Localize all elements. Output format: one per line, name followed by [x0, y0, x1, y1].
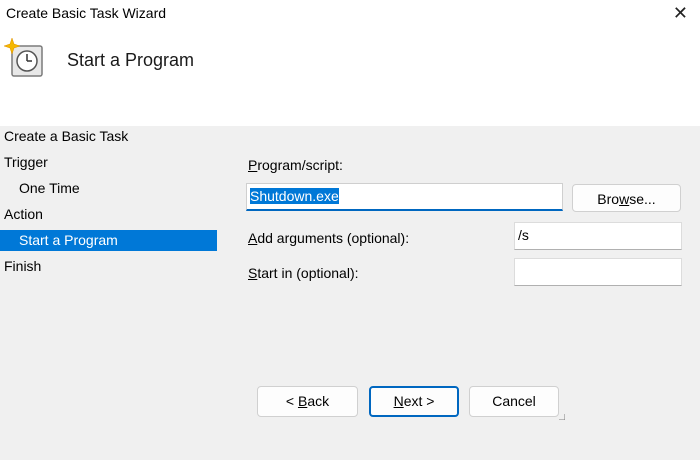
start-in-input[interactable]: [514, 258, 682, 286]
task-clock-icon: [4, 38, 43, 77]
add-arguments-input[interactable]: /s: [514, 222, 682, 250]
sidebar-item-label: Action: [4, 206, 43, 222]
next-button[interactable]: Next >: [369, 386, 459, 417]
sidebar-item-trigger[interactable]: Trigger: [0, 152, 217, 173]
label-text: rogram/script:: [257, 157, 343, 173]
sidebar-item-label: Trigger: [4, 154, 48, 170]
resize-grip-icon[interactable]: [559, 414, 565, 420]
sidebar-item-create-task[interactable]: Create a Basic Task: [0, 126, 217, 147]
title-bar: Create Basic Task Wizard ✕: [0, 0, 700, 28]
accesskey-p: P: [248, 157, 258, 173]
window-title: Create Basic Task Wizard: [6, 5, 167, 21]
btn-text: se...: [629, 191, 656, 207]
add-arguments-value: /s: [518, 227, 529, 243]
sidebar-item-action[interactable]: Action: [0, 204, 217, 225]
program-script-input[interactable]: Shutdown.exe: [246, 183, 563, 211]
accesskey-s: S: [248, 265, 258, 281]
accesskey-w: w: [619, 191, 630, 207]
sidebar-item-label: Create a Basic Task: [4, 128, 129, 144]
btn-text: Bro: [597, 191, 620, 207]
sidebar-item-start-program[interactable]: Start a Program: [0, 230, 217, 251]
btn-text: <: [285, 393, 298, 409]
wizard-header: Start a Program: [0, 28, 700, 126]
label-text: tart in (optional):: [257, 265, 359, 281]
btn-text: ack: [307, 393, 330, 409]
page-title: Start a Program: [67, 50, 195, 70]
accesskey-n: N: [393, 393, 404, 409]
program-script-label: Program/script:: [248, 157, 343, 173]
back-button[interactable]: < Back: [257, 386, 358, 417]
btn-text: Cancel: [492, 393, 536, 409]
sidebar-item-label: One Time: [19, 180, 80, 196]
label-text: dd arguments (optional):: [257, 230, 410, 246]
accesskey-b: B: [297, 393, 308, 409]
wizard-steps-sidebar: Create a Basic Task Trigger One Time Act…: [0, 126, 217, 460]
program-script-value: Shutdown.exe: [250, 188, 339, 204]
add-arguments-label: Add arguments (optional):: [248, 230, 409, 246]
sidebar-item-label: Finish: [4, 258, 42, 274]
sidebar-item-label: Start a Program: [19, 232, 118, 248]
sidebar-item-finish[interactable]: Finish: [0, 256, 217, 277]
sidebar-item-one-time[interactable]: One Time: [0, 178, 217, 199]
cancel-button[interactable]: Cancel: [469, 386, 559, 417]
accesskey-a: A: [248, 230, 258, 246]
browse-button[interactable]: Browse...: [572, 184, 681, 212]
btn-text: ext >: [403, 393, 435, 409]
start-in-label: Start in (optional):: [248, 265, 359, 281]
close-icon[interactable]: ✕: [673, 3, 688, 24]
